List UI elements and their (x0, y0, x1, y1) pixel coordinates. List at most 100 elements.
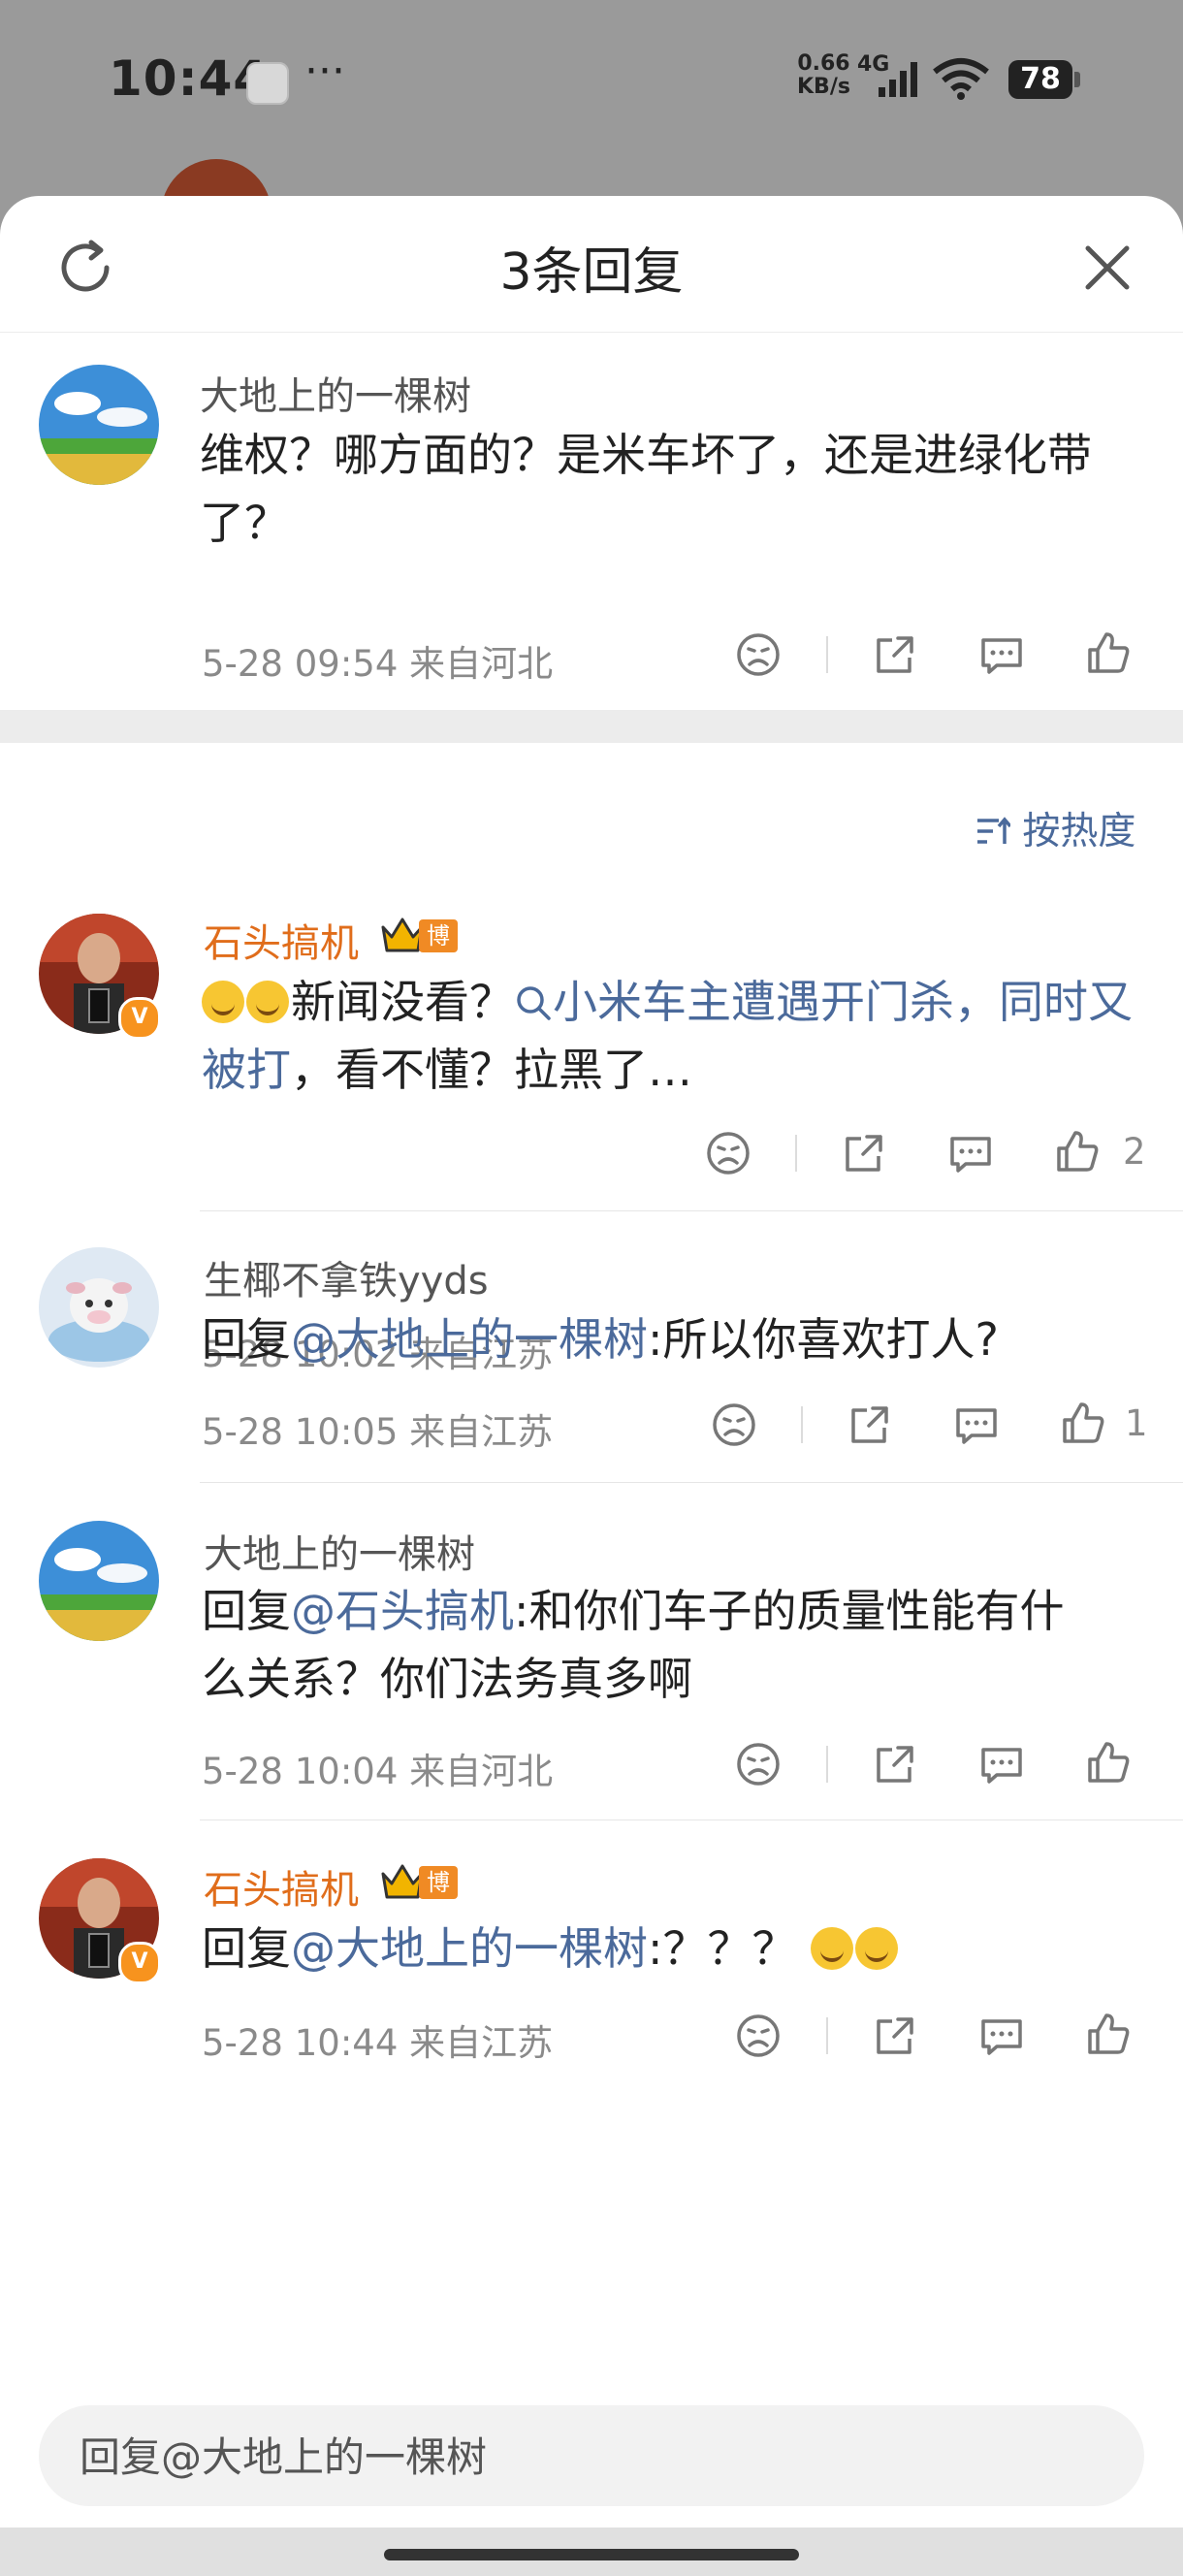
comment-author[interactable]: 石头搞机 (204, 912, 359, 968)
comment-text-part: :和你们车子的质量性能有什 (514, 1585, 1065, 1637)
section-divider (0, 710, 1183, 743)
emoji-icon (202, 981, 244, 1023)
sheet-header: 3条回复 (0, 196, 1183, 333)
reply-prefix: 回复 (202, 1313, 291, 1366)
emoji-icon (246, 981, 289, 1023)
reply-input-bar[interactable] (39, 2405, 1144, 2508)
comment-meta: 5-28 10:44 来自江苏 (202, 2013, 553, 2066)
share-icon[interactable] (871, 2012, 919, 2060)
comment-time: 5-28 09:54 (202, 643, 399, 685)
comment-icon[interactable] (977, 2012, 1026, 2060)
action-separator (801, 1406, 803, 1443)
dislike-icon[interactable] (734, 2012, 783, 2060)
network-speed-value: 0.66 (797, 51, 850, 76)
network-speed-unit: KB/s (797, 75, 850, 99)
comment-author[interactable]: 大地上的一棵树 (200, 365, 471, 421)
battery-level: 78 (1008, 60, 1072, 99)
comment-time: 5-28 10:44 (202, 2022, 399, 2064)
comment-icon[interactable] (952, 1401, 1001, 1449)
comment-meta: 5-28 09:54 来自河北 (202, 634, 553, 687)
cartoon-cow-avatar-image (39, 1247, 159, 1368)
app-notification-icon (246, 62, 289, 105)
reply-prefix: 回复 (202, 1922, 291, 1975)
action-separator (826, 2017, 828, 2054)
sort-button[interactable]: 按热度 (975, 801, 1135, 855)
network-speed: 0.66 KB/s (797, 52, 850, 99)
comment-text: 维权？哪方面的？是米车坏了，还是进绿化带了？ (200, 429, 1092, 549)
comment-icon[interactable] (977, 630, 1026, 679)
comment-text-part: ，看不懂？拉黑了… (291, 1044, 692, 1096)
avatar[interactable] (39, 365, 159, 485)
comment-icon[interactable] (946, 1129, 995, 1177)
like-icon[interactable] (1084, 1738, 1133, 1787)
comment-author[interactable]: 石头搞机 (204, 1858, 359, 1915)
comment-text-part: 新闻没看？ (291, 976, 514, 1028)
more-notifications-icon: ··· (304, 47, 345, 96)
status-time: 10:44 (109, 50, 269, 107)
avatar[interactable] (39, 1247, 159, 1368)
mention-link[interactable]: @石头搞机 (291, 1585, 514, 1637)
verified-icon: V (118, 997, 161, 1040)
comment-text: 新闻没看？ 小米车主遭遇开门杀，同时又被打，看不懂？拉黑了… (202, 968, 1162, 1104)
comment-location: 来自河北 (409, 643, 554, 685)
replies-sheet: 3条回复 大地上的一棵树 维权？哪方面的？是米车坏了，还是进绿化带了？ 5-28… (0, 196, 1183, 2576)
like-icon[interactable] (1084, 628, 1133, 677)
comment-icon[interactable] (977, 1740, 1026, 1788)
comment-time: 5-28 10:04 (202, 1751, 399, 1792)
comment-text-part: 么关系？你们法务真多啊 (202, 1653, 692, 1705)
sort-label: 按热度 (1022, 810, 1136, 853)
dislike-icon[interactable] (710, 1401, 758, 1449)
share-icon[interactable] (871, 630, 919, 679)
comment-text: 回复@石头搞机:和你们车子的质量性能有什 么关系？你们法务真多啊 (202, 1577, 1162, 1713)
avatar[interactable] (39, 1521, 159, 1641)
comment-time: 5-28 10:05 (202, 1411, 399, 1453)
signal-icon (879, 62, 917, 97)
home-indicator[interactable] (384, 2549, 799, 2560)
search-icon (517, 986, 551, 1020)
action-separator (826, 636, 828, 673)
comment-text-part: :所以你喜欢打人? (648, 1313, 999, 1366)
like-icon[interactable] (1059, 1399, 1107, 1447)
mention-link[interactable]: @大地上的一棵树 (291, 1313, 648, 1366)
landscape-avatar-image (39, 1521, 159, 1641)
reply-divider (200, 1210, 1183, 1211)
comment-author[interactable]: 大地上的一棵树 (204, 1523, 475, 1579)
like-icon[interactable] (1084, 2010, 1133, 2058)
share-icon[interactable] (846, 1401, 894, 1449)
reply-prefix: 回复 (202, 1585, 291, 1637)
dislike-icon[interactable] (704, 1129, 752, 1177)
share-icon[interactable] (840, 1129, 888, 1177)
blogger-label: 博主 (419, 919, 458, 982)
comment-text-part: :？？？ (648, 1922, 797, 1975)
comment-location: 来自河北 (409, 1751, 554, 1792)
share-icon[interactable] (871, 1740, 919, 1788)
reply-divider (200, 1482, 1183, 1483)
verified-icon: V (118, 1942, 161, 1984)
reply-divider (200, 1819, 1183, 1820)
comment-location: 来自江苏 (409, 1411, 554, 1453)
comment-text: 回复@大地上的一棵树:所以你喜欢打人? (202, 1305, 1162, 1373)
wifi-icon (933, 58, 989, 100)
close-icon[interactable] (1078, 239, 1136, 297)
reply-input[interactable] (78, 2405, 1109, 2508)
dislike-icon[interactable] (734, 1740, 783, 1788)
sort-icon (977, 817, 1012, 844)
mention-link[interactable]: @大地上的一棵树 (291, 1922, 648, 1975)
comment-meta: 5-28 10:04 来自河北 (202, 1742, 553, 1794)
action-separator (826, 1746, 828, 1783)
emoji-icon (811, 1927, 854, 1970)
battery-icon (1074, 72, 1080, 87)
like-count: 1 (1125, 1402, 1148, 1444)
blogger-label: 博主 (419, 1866, 458, 1929)
landscape-avatar-image (39, 365, 159, 485)
comment-author[interactable]: 生椰不拿铁yyds (204, 1249, 489, 1305)
like-count: 2 (1123, 1131, 1146, 1173)
status-bar: 10:44 ··· 0.66 KB/s 4G 78 (0, 0, 1183, 155)
like-icon[interactable] (1053, 1127, 1102, 1175)
sheet-title: 3条回复 (499, 243, 684, 302)
comment-meta: 5-28 10:05 来自江苏 (202, 1402, 553, 1455)
dislike-icon[interactable] (734, 630, 783, 679)
comment-location: 来自江苏 (409, 2022, 554, 2064)
comment-text: 回复@大地上的一棵树:？？？ (202, 1915, 1162, 1982)
emoji-icon (855, 1927, 899, 1970)
